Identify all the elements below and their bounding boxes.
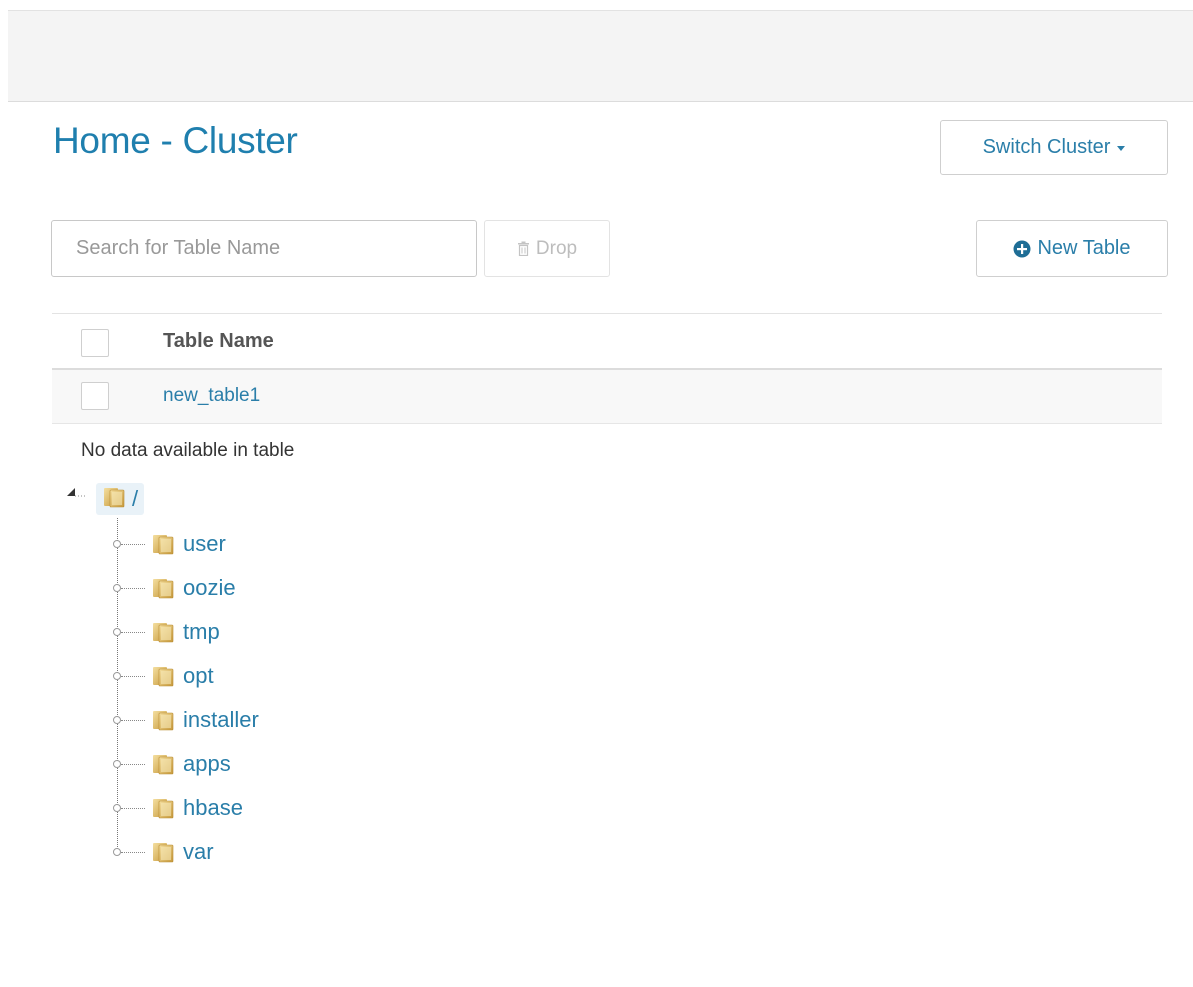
folder-icon [151, 620, 175, 644]
folder-icon [102, 485, 126, 514]
switch-cluster-label: Switch Cluster [982, 136, 1111, 158]
tree-branch-line [121, 807, 145, 809]
select-all-checkbox[interactable] [81, 329, 109, 357]
tree-root-expander-icon[interactable] [65, 480, 87, 498]
folder-icon [151, 532, 175, 556]
tree-item-hbase[interactable]: hbase [111, 792, 243, 824]
tree-item-label[interactable]: tmp [183, 619, 220, 645]
tree-item-label[interactable]: user [183, 531, 226, 557]
empty-table-message: No data available in table [81, 440, 295, 461]
table-header-row: Table Name [52, 313, 1162, 370]
tables-table: Table Name new_table1 [52, 313, 1162, 424]
tree-branch-line [121, 763, 145, 765]
new-table-label: New Table [1037, 237, 1131, 259]
tree-root-label: / [132, 486, 139, 511]
drop-button[interactable]: Drop [484, 220, 610, 277]
search-table-input[interactable] [51, 220, 477, 277]
tree-expander-icon[interactable] [113, 716, 121, 724]
folder-icon [151, 576, 175, 600]
tree-branch-line [121, 851, 145, 853]
folder-icon [151, 708, 175, 732]
table-row: new_table1 [52, 370, 1162, 424]
folder-icon [151, 664, 175, 688]
tree-expander-icon[interactable] [113, 672, 121, 680]
tree-item-label[interactable]: installer [183, 707, 259, 733]
tree-item-tmp[interactable]: tmp [111, 616, 220, 648]
drop-label: Drop [535, 237, 578, 259]
tree-branch-line [121, 631, 145, 633]
tree-expander-icon[interactable] [113, 628, 121, 636]
tree-expander-icon[interactable] [113, 804, 121, 812]
tree-expander-icon[interactable] [113, 584, 121, 592]
table-name-link[interactable]: new_table1 [163, 385, 260, 407]
trash-icon [517, 241, 530, 256]
tree-branch-line [121, 587, 145, 589]
tree-expander-icon[interactable] [113, 760, 121, 768]
switch-cluster-button[interactable]: Switch Cluster [940, 120, 1168, 175]
tree-item-apps[interactable]: apps [111, 748, 231, 780]
tree-item-label[interactable]: hbase [183, 795, 243, 821]
tree-root-node[interactable]: / [96, 483, 145, 515]
tree-item-opt[interactable]: opt [111, 660, 214, 692]
tree-item-installer[interactable]: installer [111, 704, 259, 736]
new-table-button[interactable]: New Table [976, 220, 1168, 277]
tree-branch-line [121, 543, 145, 545]
tree-item-user[interactable]: user [111, 528, 226, 560]
folder-icon [151, 796, 175, 820]
caret-down-icon [1117, 146, 1126, 151]
tree-item-label[interactable]: var [183, 839, 214, 865]
tree-expander-icon[interactable] [113, 540, 121, 548]
tree-item-label[interactable]: apps [183, 751, 231, 777]
tree-branch-line [121, 675, 145, 677]
folder-icon [151, 840, 175, 864]
tree-item-label[interactable]: oozie [183, 575, 236, 601]
page-title: Home - Cluster [53, 120, 298, 161]
tree-item-oozie[interactable]: oozie [111, 572, 236, 604]
tree-expander-icon[interactable] [113, 848, 121, 856]
row-checkbox[interactable] [81, 382, 109, 410]
tree-item-label[interactable]: opt [183, 663, 214, 689]
table-name-column-header: Table Name [163, 330, 274, 352]
tree-item-var[interactable]: var [111, 836, 214, 868]
tree-branch-line [121, 719, 145, 721]
plus-circle-icon [1013, 240, 1031, 258]
top-navigation-bar [8, 10, 1193, 102]
directory-tree: / user oozie tmp opt installer apps hbas… [60, 478, 460, 878]
folder-icon [151, 752, 175, 776]
